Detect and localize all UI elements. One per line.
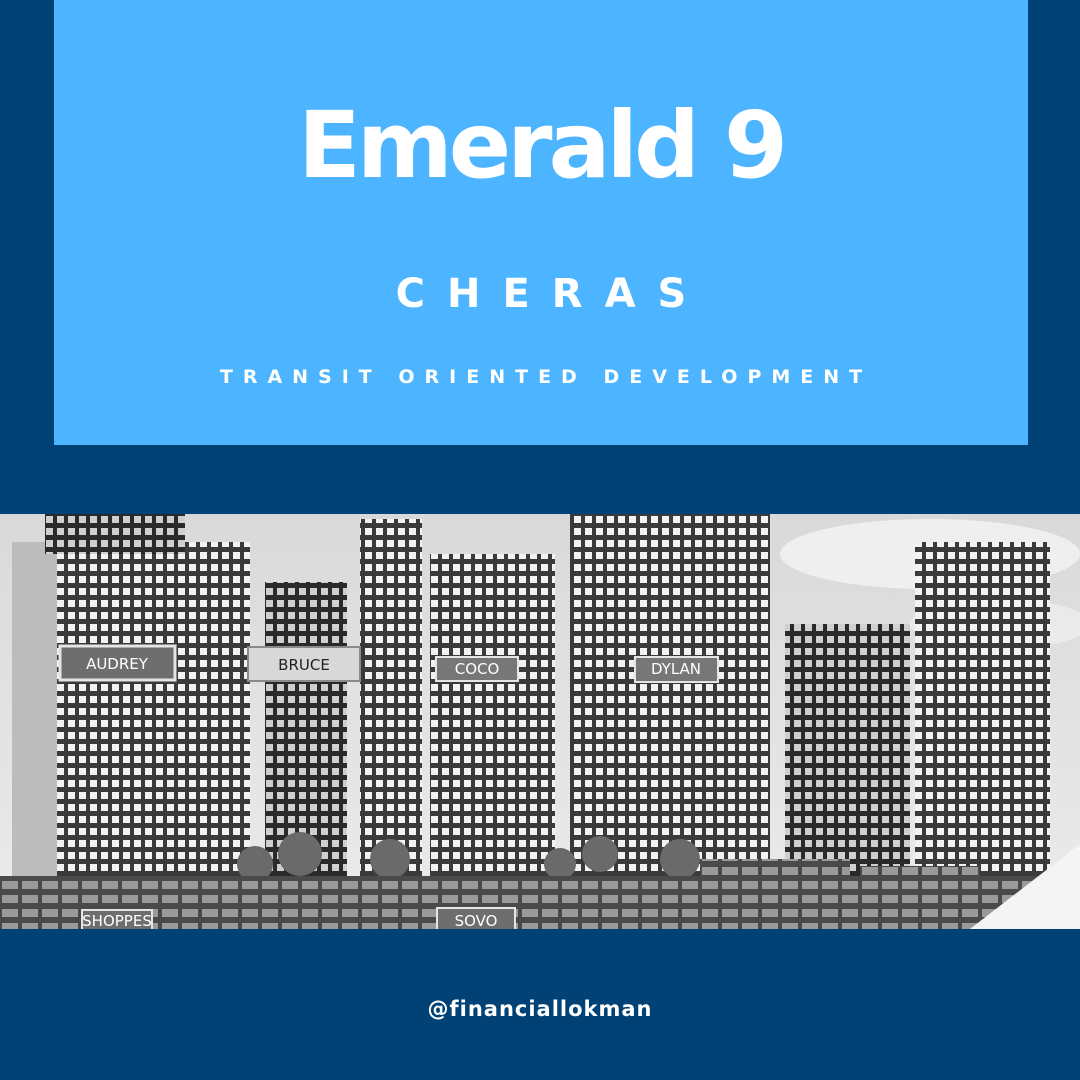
label-coco: COCO <box>435 656 519 682</box>
title-panel: Emerald 9 CHERAS TRANSIT ORIENTED DEVELO… <box>54 0 1028 445</box>
tower-audrey <box>12 514 250 912</box>
label-sovo: SOVO <box>436 907 516 929</box>
label-dylan-text: DYLAN <box>651 660 701 678</box>
development-tagline: TRANSIT ORIENTED DEVELOPMENT <box>219 366 873 388</box>
label-audrey-text: AUDREY <box>86 655 149 673</box>
label-bruce: BRUCE <box>247 646 361 682</box>
location-subtitle: CHERAS <box>395 271 709 317</box>
tower-right-1 <box>785 624 910 884</box>
building-rendering: AUDREY BRUCE COCO DYLAN SHOPPES SOVO <box>0 514 1080 929</box>
label-coco-text: COCO <box>455 660 500 678</box>
project-title: Emerald 9 <box>298 92 788 199</box>
label-dylan: DYLAN <box>634 656 719 683</box>
label-shoppes: SHOPPES <box>81 909 153 929</box>
tower-right-2 <box>915 542 1050 882</box>
social-handle: @financiallokman <box>427 997 653 1021</box>
label-bruce-text: BRUCE <box>278 656 330 674</box>
label-sovo-text: SOVO <box>455 912 498 929</box>
tower-coco <box>430 554 555 894</box>
label-audrey: AUDREY <box>58 644 177 682</box>
label-shoppes-text: SHOPPES <box>82 912 152 929</box>
